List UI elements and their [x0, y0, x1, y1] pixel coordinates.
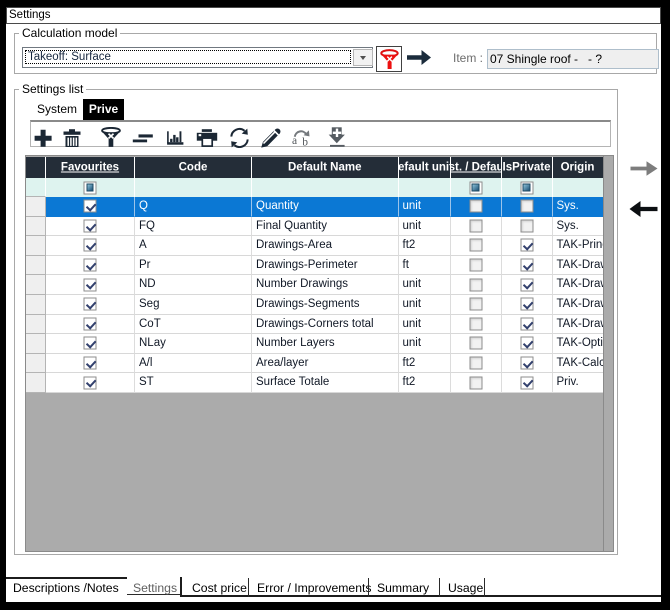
svg-text:a: a — [292, 135, 297, 147]
svg-text:b: b — [302, 137, 308, 148]
